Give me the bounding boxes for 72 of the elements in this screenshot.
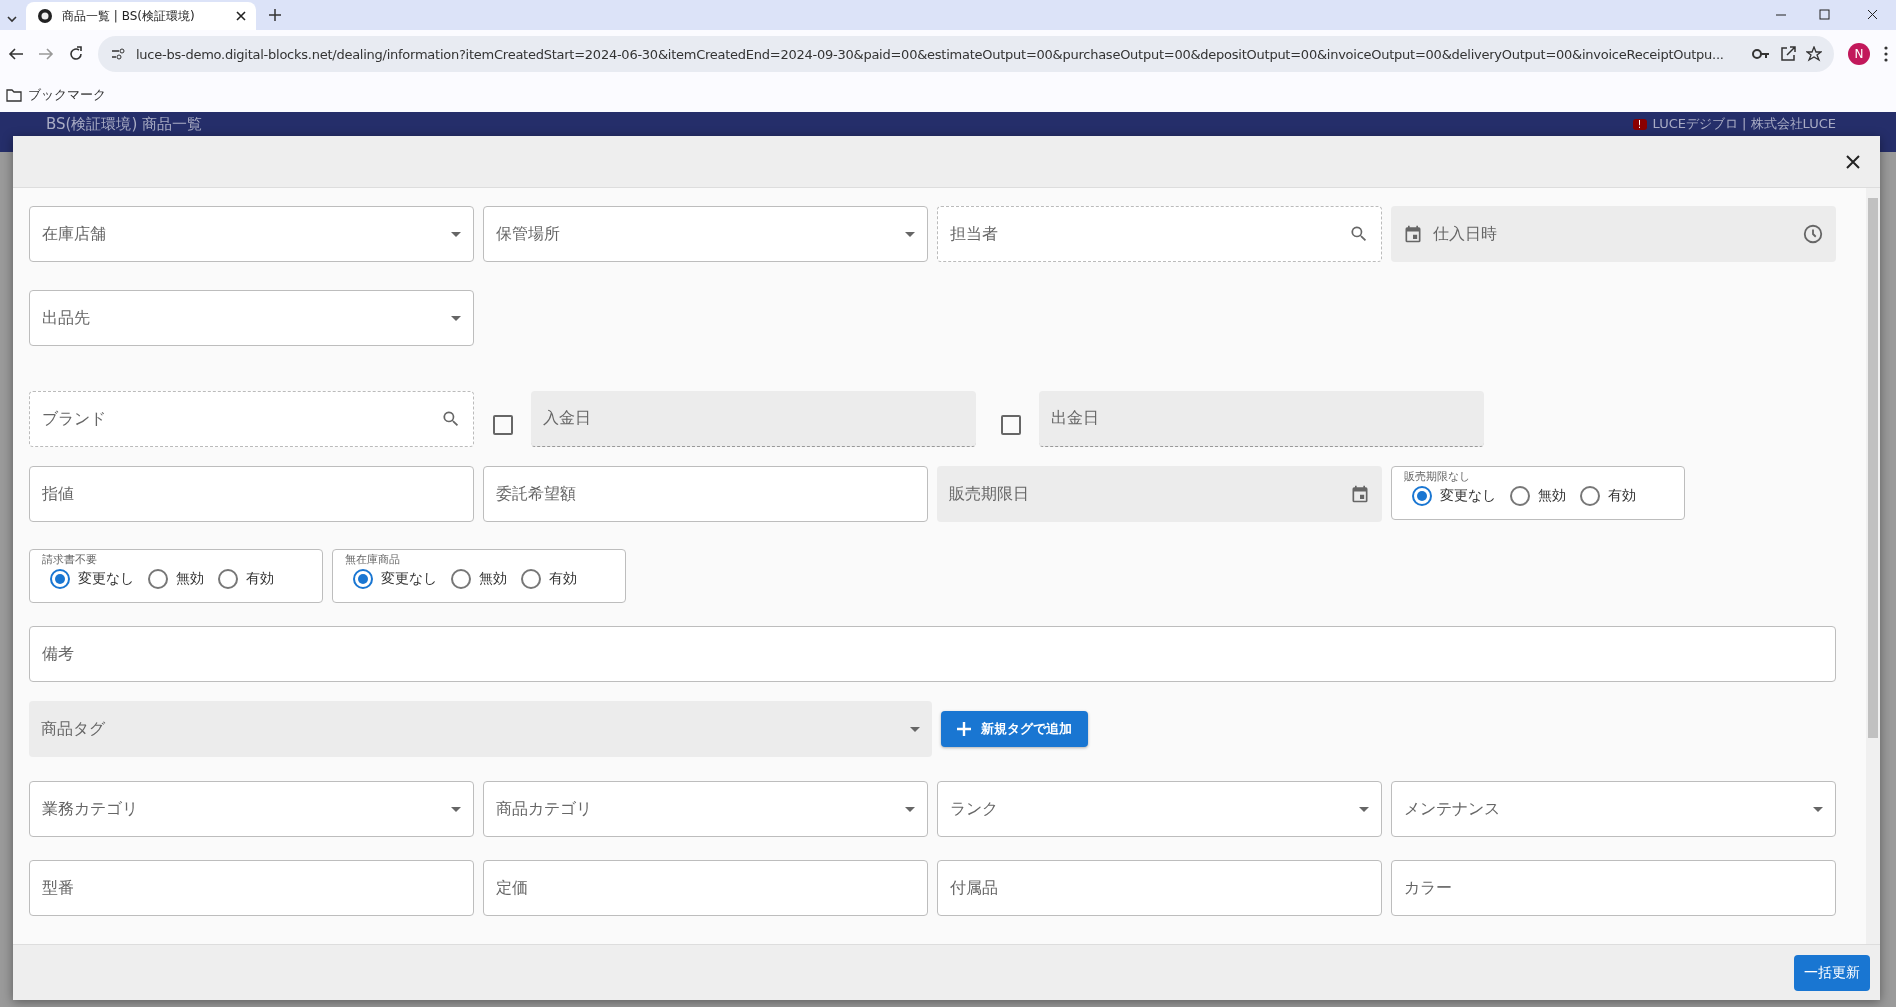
close-icon[interactable] [236,11,246,21]
input-field[interactable]: 委託希望額 [483,466,928,522]
url-text: luce-bs-demo.digital-blocks.net/dealing/information?itemCreatedStart=2024-06-30&itemCreatedEnd=2024-09-30&paid=00&estimateOutput=00&purchaseOutput=00&depositOutput=00&invoiceOutput=00&deliveryOutput=00&invoiceReceiptOutpu... [136,46,1725,62]
dropdown-arrow-icon [910,726,920,732]
add-tag-button[interactable]: 新規タグで追加 [941,711,1088,747]
calendar-icon [1350,484,1370,504]
clock-icon [1802,223,1824,245]
search-field[interactable]: 担当者 [937,206,1382,262]
select-field[interactable]: 商品タグ [29,701,932,757]
input-field[interactable]: 備考 [29,626,1836,682]
dropdown-arrow-icon [451,315,461,321]
checkbox[interactable] [1001,415,1021,435]
site-settings-icon[interactable] [110,46,126,62]
select-field[interactable]: 出品先 [29,290,474,346]
select-field[interactable]: 商品カテゴリ [483,781,928,837]
dropdown-arrow-icon [1813,806,1823,812]
calendar-icon [1403,224,1423,244]
datetime-field[interactable]: 仕入日時 [1391,206,1836,262]
select-field[interactable]: 保管場所 [483,206,928,262]
select-field[interactable]: 在庫店舗 [29,206,474,262]
input-field[interactable]: 定価 [483,860,928,916]
profile-avatar[interactable]: N [1848,43,1870,65]
search-icon [441,409,461,429]
scrollbar[interactable] [1866,188,1880,944]
dropdown-arrow-icon [451,231,461,237]
dropdown-arrow-icon [451,806,461,812]
radio-option[interactable]: 有効 [218,569,274,589]
group-label: 請求書不要 [42,552,98,567]
radio-option[interactable]: 有効 [1580,486,1636,506]
site-logo-icon [38,9,52,23]
select-field[interactable]: ランク [937,781,1382,837]
key-icon[interactable] [1752,48,1770,60]
input-field[interactable]: 型番 [29,860,474,916]
input-field[interactable]: 付属品 [937,860,1382,916]
browser-tab[interactable]: 商品一覧 | BS(検証環境) [26,2,256,30]
forward-icon[interactable] [38,46,54,62]
user-name[interactable]: LUCEデジブロ | 株式会社LUCE [1652,115,1836,133]
close-icon[interactable] [1846,154,1860,169]
address-bar[interactable] [98,36,1834,72]
bookmarks-label[interactable]: ブックマーク [28,86,106,104]
dropdown-arrow-icon [905,231,915,237]
radio-option[interactable]: 有効 [521,569,577,589]
input-field[interactable]: 指値 [29,466,474,522]
star-icon[interactable] [1806,46,1822,62]
radio-option[interactable]: 無効 [148,569,204,589]
notification-badge: ! [1632,118,1647,130]
open-external-icon[interactable] [1780,46,1796,62]
checkbox[interactable] [493,415,513,435]
group-label: 無在庫商品 [345,552,401,567]
page-title: BS(検証環境) 商品一覧 [46,115,203,134]
group-label: 販売期限なし [1404,469,1471,484]
radio-option[interactable]: 無効 [1510,486,1566,506]
radio-option[interactable]: 変更なし [50,569,134,589]
back-icon[interactable] [8,46,24,62]
search-icon [1349,224,1369,244]
folder-icon [6,88,22,102]
reload-icon[interactable] [68,46,84,62]
menu-icon[interactable] [1884,46,1888,62]
date-field[interactable]: 販売期限日 [937,466,1382,522]
radio-option[interactable]: 変更なし [1412,486,1496,506]
date-field[interactable]: 出金日 [1039,391,1484,447]
input-field[interactable]: カラー [1391,860,1836,916]
select-field[interactable]: 業務カテゴリ [29,781,474,837]
date-field[interactable]: 入金日 [531,391,976,447]
plus-icon [957,722,971,736]
radio-option[interactable]: 変更なし [353,569,437,589]
dropdown-arrow-icon [905,806,915,812]
radio-option[interactable]: 無効 [451,569,507,589]
bulk-update-button[interactable]: 一括更新 [1794,954,1870,991]
search-field[interactable]: ブランド [29,391,474,447]
select-field[interactable]: メンテナンス [1391,781,1836,837]
dropdown-arrow-icon [1359,806,1369,812]
